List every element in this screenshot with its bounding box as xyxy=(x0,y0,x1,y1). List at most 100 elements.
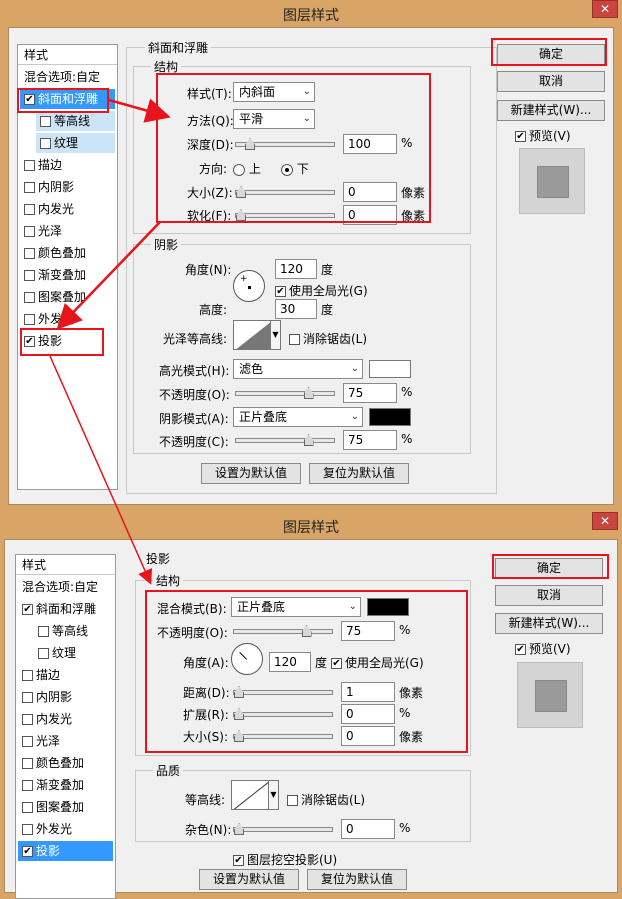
style-item-blend-options[interactable]: 混合选项:自定 xyxy=(24,67,115,87)
preview-label: 预览(V) xyxy=(529,129,571,143)
style-item[interactable]: 等高线 xyxy=(34,621,113,641)
make-default-button[interactable]: 设置为默认值 xyxy=(201,463,301,484)
style-item-label: 光泽 xyxy=(38,224,63,238)
shadow-opacity-input[interactable]: 75 xyxy=(343,430,397,450)
checkbox[interactable] xyxy=(24,160,35,171)
noise-input[interactable]: 0 xyxy=(341,819,395,839)
checkbox[interactable] xyxy=(289,334,300,345)
style-item-label: 描边 xyxy=(38,158,63,172)
checkbox[interactable] xyxy=(22,692,33,703)
checkbox[interactable]: ✔ xyxy=(515,644,526,655)
checkbox[interactable] xyxy=(24,248,35,259)
style-item[interactable]: 图案叠加 xyxy=(20,287,115,307)
angle-input[interactable]: 120 xyxy=(275,259,317,279)
cancel-button[interactable]: 取消 xyxy=(495,585,603,606)
contour-picker[interactable] xyxy=(231,780,269,810)
style-item[interactable]: 渐变叠加 xyxy=(18,775,113,795)
close-button[interactable]: ✕ xyxy=(592,0,618,18)
style-item[interactable]: 内阴影 xyxy=(18,687,113,707)
new-style-button[interactable]: 新建样式(W)... xyxy=(495,613,603,634)
antialiased-checkbox[interactable]: 消除锯齿(L) xyxy=(283,791,365,808)
angle-dial[interactable]: + xyxy=(233,270,265,302)
checkbox[interactable] xyxy=(22,802,33,813)
cancel-button[interactable]: 取消 xyxy=(497,71,605,92)
checkbox[interactable] xyxy=(38,648,49,659)
highlight-mode-select[interactable]: 滤色 ⌄ xyxy=(233,359,363,379)
style-item[interactable]: 纹理 xyxy=(34,643,113,663)
close-button[interactable]: ✕ xyxy=(592,512,618,530)
style-item[interactable]: 渐变叠加 xyxy=(20,265,115,285)
contour-dropdown-button[interactable]: ▼ xyxy=(269,780,279,810)
gloss-contour-picker[interactable] xyxy=(233,320,271,350)
checkbox[interactable] xyxy=(22,670,33,681)
antialiased-checkbox[interactable]: 消除锯齿(L) xyxy=(285,330,367,347)
titlebar: 图层样式 ✕ xyxy=(0,0,622,27)
reset-default-button[interactable]: 复位为默认值 xyxy=(307,869,407,890)
noise-slider[interactable] xyxy=(233,823,333,835)
checkbox[interactable]: ✔ xyxy=(275,286,286,297)
checkbox[interactable] xyxy=(24,182,35,193)
knockout-checkbox[interactable]: ✔ 图层挖空投影(U) xyxy=(233,851,337,868)
checkbox[interactable] xyxy=(24,270,35,281)
style-item[interactable]: 光泽 xyxy=(20,221,115,241)
style-item[interactable]: 描边 xyxy=(18,665,113,685)
preview-checkbox[interactable]: ✔ 预览(V) xyxy=(515,127,571,144)
style-item[interactable]: 图案叠加 xyxy=(18,797,113,817)
shadow-color-swatch[interactable] xyxy=(369,408,411,426)
checkbox[interactable] xyxy=(24,226,35,237)
preview-square xyxy=(537,166,569,198)
style-item-label: 纹理 xyxy=(54,136,79,150)
style-item[interactable]: 描边 xyxy=(20,155,115,175)
checkbox[interactable] xyxy=(22,824,33,835)
checkbox[interactable]: ✔ xyxy=(22,604,33,615)
style-preview xyxy=(517,662,583,728)
structure-title: 结构 xyxy=(153,572,184,589)
shadow-mode-value: 正片叠底 xyxy=(239,410,288,424)
style-item-label: 内发光 xyxy=(36,712,73,726)
checkbox[interactable] xyxy=(40,116,51,127)
contour-label: 等高线: xyxy=(185,793,226,807)
shadow-opacity-slider[interactable] xyxy=(235,434,335,446)
checkbox[interactable]: ✔ xyxy=(233,855,244,866)
chevron-down-icon: ⌄ xyxy=(350,411,359,422)
checkbox[interactable] xyxy=(24,204,35,215)
contour-dropdown-button[interactable]: ▼ xyxy=(271,320,281,350)
style-item[interactable]: ✔ 投影 xyxy=(18,841,113,861)
style-item[interactable]: 内阴影 xyxy=(20,177,115,197)
make-default-button[interactable]: 设置为默认值 xyxy=(199,869,299,890)
altitude-input[interactable]: 30 xyxy=(275,299,317,319)
checkbox[interactable] xyxy=(22,714,33,725)
highlight-opacity-slider[interactable] xyxy=(235,387,335,399)
checkbox[interactable]: ✔ xyxy=(22,846,33,857)
style-item[interactable]: 光泽 xyxy=(18,731,113,751)
preview-checkbox[interactable]: ✔ 预览(V) xyxy=(515,640,571,657)
style-item-label: 外发光 xyxy=(36,822,73,836)
style-item[interactable]: 颜色叠加 xyxy=(20,243,115,263)
style-item[interactable]: 等高线 xyxy=(36,111,115,131)
checkbox[interactable] xyxy=(22,736,33,747)
checkbox[interactable] xyxy=(22,780,33,791)
new-style-button[interactable]: 新建样式(W)... xyxy=(497,100,605,121)
style-item-label: 内发光 xyxy=(38,202,75,216)
highlight-opacity-unit: % xyxy=(401,385,413,399)
style-item-blend-options[interactable]: 混合选项:自定 xyxy=(22,577,113,597)
checkbox[interactable] xyxy=(38,626,49,637)
style-item[interactable]: 颜色叠加 xyxy=(18,753,113,773)
checkbox[interactable]: ✔ xyxy=(515,131,526,142)
checkbox[interactable] xyxy=(24,314,35,325)
checkbox[interactable] xyxy=(22,758,33,769)
style-item[interactable]: 内发光 xyxy=(20,199,115,219)
checkbox[interactable] xyxy=(287,795,298,806)
style-item[interactable]: ✔ 斜面和浮雕 xyxy=(18,599,113,619)
style-item[interactable]: 外发光 xyxy=(20,309,115,329)
global-light-checkbox[interactable]: ✔ 使用全局光(G) xyxy=(275,282,368,299)
style-item[interactable]: 外发光 xyxy=(18,819,113,839)
reset-default-button[interactable]: 复位为默认值 xyxy=(309,463,409,484)
style-item[interactable]: 内发光 xyxy=(18,709,113,729)
highlight-color-swatch[interactable] xyxy=(369,360,411,378)
shadow-mode-select[interactable]: 正片叠底 ⌄ xyxy=(233,407,363,427)
checkbox[interactable] xyxy=(24,292,35,303)
highlight-opacity-input[interactable]: 75 xyxy=(343,383,397,403)
style-item[interactable]: 纹理 xyxy=(36,133,115,153)
checkbox[interactable] xyxy=(40,138,51,149)
